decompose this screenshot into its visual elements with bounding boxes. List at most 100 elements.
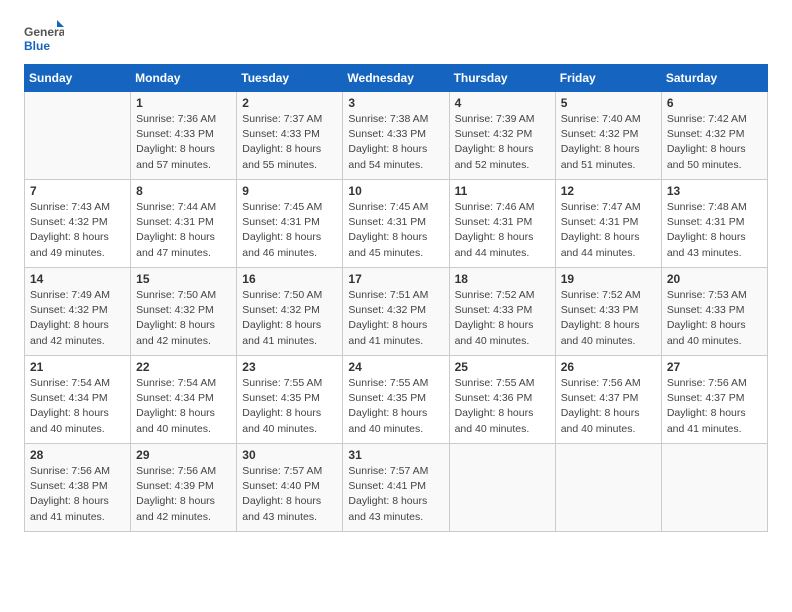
day-number: 24	[348, 360, 443, 374]
day-number: 8	[136, 184, 231, 198]
day-info: Sunrise: 7:56 AMSunset: 4:37 PMDaylight:…	[667, 376, 762, 437]
day-info: Sunrise: 7:55 AMSunset: 4:36 PMDaylight:…	[455, 376, 550, 437]
day-cell: 7Sunrise: 7:43 AMSunset: 4:32 PMDaylight…	[25, 180, 131, 268]
dow-header-wednesday: Wednesday	[343, 65, 449, 92]
day-cell: 18Sunrise: 7:52 AMSunset: 4:33 PMDayligh…	[449, 268, 555, 356]
day-info: Sunrise: 7:57 AMSunset: 4:40 PMDaylight:…	[242, 464, 337, 525]
day-cell: 14 Sunrise: 7:49 AMSunset: 4:32 PMDayligh…	[25, 268, 131, 356]
day-info: Sunrise: 7:56 AMSunset: 4:37 PMDaylight:…	[561, 376, 656, 437]
day-number: 31	[348, 448, 443, 462]
svg-text:Blue: Blue	[24, 39, 50, 53]
day-info: Sunrise: 7:50 AMSunset: 4:32 PMDaylight:…	[136, 288, 231, 349]
week-row: 28 Sunrise: 7:56 AMSunset: 4:38 PMDayligh…	[25, 444, 768, 532]
day-info: Sunrise: 7:55 AMSunset: 4:35 PMDaylight:…	[348, 376, 443, 437]
day-number: 11	[455, 184, 550, 198]
day-cell: 4 Sunrise: 7:39 AMSunset: 4:32 PMDaylight…	[449, 92, 555, 180]
day-of-week-row: SundayMondayTuesdayWednesdayThursdayFrid…	[25, 65, 768, 92]
day-info: Sunrise: 7:38 AMSunset: 4:33 PMDaylight:…	[348, 112, 443, 173]
day-number: 17	[348, 272, 443, 286]
day-info: Sunrise: 7:36 AMSunset: 4:33 PMDaylight:…	[136, 112, 231, 173]
day-cell: 10 Sunrise: 7:45 AMSunset: 4:31 PMDayligh…	[343, 180, 449, 268]
day-info: Sunrise: 7:51 AMSunset: 4:32 PMDaylight:…	[348, 288, 443, 349]
day-info: Sunrise: 7:37 AMSunset: 4:33 PMDaylight:…	[242, 112, 337, 173]
day-cell: 3 Sunrise: 7:38 AMSunset: 4:33 PMDaylight…	[343, 92, 449, 180]
day-info: Sunrise: 7:50 AMSunset: 4:32 PMDaylight:…	[242, 288, 337, 349]
day-info: Sunrise: 7:49 AMSunset: 4:32 PMDaylight:…	[30, 288, 125, 349]
day-cell: 20 Sunrise: 7:53 AMSunset: 4:33 PMDayligh…	[661, 268, 767, 356]
day-info: Sunrise: 7:39 AMSunset: 4:32 PMDaylight:…	[455, 112, 550, 173]
day-number: 4	[455, 96, 550, 110]
dow-header-thursday: Thursday	[449, 65, 555, 92]
dow-header-sunday: Sunday	[25, 65, 131, 92]
day-info: Sunrise: 7:56 AMSunset: 4:39 PMDaylight:…	[136, 464, 231, 525]
day-number: 5	[561, 96, 656, 110]
day-cell: 1Sunrise: 7:36 AMSunset: 4:33 PMDaylight…	[131, 92, 237, 180]
day-number: 12	[561, 184, 656, 198]
dow-header-monday: Monday	[131, 65, 237, 92]
day-cell: 16 Sunrise: 7:50 AMSunset: 4:32 PMDayligh…	[237, 268, 343, 356]
day-info: Sunrise: 7:45 AMSunset: 4:31 PMDaylight:…	[348, 200, 443, 261]
day-cell	[449, 444, 555, 532]
week-row: 21 Sunrise: 7:54 AMSunset: 4:34 PMDayligh…	[25, 356, 768, 444]
svg-text:General: General	[24, 25, 64, 39]
day-number: 25	[455, 360, 550, 374]
day-cell: 28 Sunrise: 7:56 AMSunset: 4:38 PMDayligh…	[25, 444, 131, 532]
dow-header-saturday: Saturday	[661, 65, 767, 92]
day-number: 20	[667, 272, 762, 286]
week-row: 1Sunrise: 7:36 AMSunset: 4:33 PMDaylight…	[25, 92, 768, 180]
day-number: 14	[30, 272, 125, 286]
day-cell	[555, 444, 661, 532]
day-info: Sunrise: 7:45 AMSunset: 4:31 PMDaylight:…	[242, 200, 337, 261]
day-number: 22	[136, 360, 231, 374]
day-cell: 9Sunrise: 7:45 AMSunset: 4:31 PMDaylight…	[237, 180, 343, 268]
calendar-body: 1Sunrise: 7:36 AMSunset: 4:33 PMDaylight…	[25, 92, 768, 532]
day-info: Sunrise: 7:42 AMSunset: 4:32 PMDaylight:…	[667, 112, 762, 173]
day-cell: 25 Sunrise: 7:55 AMSunset: 4:36 PMDayligh…	[449, 356, 555, 444]
day-info: Sunrise: 7:55 AMSunset: 4:35 PMDaylight:…	[242, 376, 337, 437]
day-cell	[661, 444, 767, 532]
day-number: 18	[455, 272, 550, 286]
day-cell: 2Sunrise: 7:37 AMSunset: 4:33 PMDaylight…	[237, 92, 343, 180]
day-cell: 8 Sunrise: 7:44 AMSunset: 4:31 PMDaylight…	[131, 180, 237, 268]
day-number: 10	[348, 184, 443, 198]
day-number: 13	[667, 184, 762, 198]
day-number: 29	[136, 448, 231, 462]
day-number: 26	[561, 360, 656, 374]
day-info: Sunrise: 7:47 AMSunset: 4:31 PMDaylight:…	[561, 200, 656, 261]
logo-icon: General Blue	[24, 20, 64, 56]
day-number: 28	[30, 448, 125, 462]
day-number: 30	[242, 448, 337, 462]
day-number: 3	[348, 96, 443, 110]
day-cell: 17 Sunrise: 7:51 AMSunset: 4:32 PMDayligh…	[343, 268, 449, 356]
day-cell: 27 Sunrise: 7:56 AMSunset: 4:37 PMDayligh…	[661, 356, 767, 444]
day-info: Sunrise: 7:48 AMSunset: 4:31 PMDaylight:…	[667, 200, 762, 261]
day-number: 15	[136, 272, 231, 286]
day-number: 23	[242, 360, 337, 374]
day-cell: 22 Sunrise: 7:54 AMSunset: 4:34 PMDayligh…	[131, 356, 237, 444]
day-cell: 13 Sunrise: 7:48 AMSunset: 4:31 PMDayligh…	[661, 180, 767, 268]
header: General Blue	[24, 20, 768, 56]
day-cell: 12 Sunrise: 7:47 AMSunset: 4:31 PMDayligh…	[555, 180, 661, 268]
week-row: 7Sunrise: 7:43 AMSunset: 4:32 PMDaylight…	[25, 180, 768, 268]
day-cell: 31 Sunrise: 7:57 AMSunset: 4:41 PMDayligh…	[343, 444, 449, 532]
day-cell: 26 Sunrise: 7:56 AMSunset: 4:37 PMDayligh…	[555, 356, 661, 444]
day-info: Sunrise: 7:56 AMSunset: 4:38 PMDaylight:…	[30, 464, 125, 525]
day-info: Sunrise: 7:53 AMSunset: 4:33 PMDaylight:…	[667, 288, 762, 349]
day-cell: 29 Sunrise: 7:56 AMSunset: 4:39 PMDayligh…	[131, 444, 237, 532]
dow-header-tuesday: Tuesday	[237, 65, 343, 92]
day-info: Sunrise: 7:43 AMSunset: 4:32 PMDaylight:…	[30, 200, 125, 261]
day-cell: 11 Sunrise: 7:46 AMSunset: 4:31 PMDayligh…	[449, 180, 555, 268]
day-number: 16	[242, 272, 337, 286]
day-number: 21	[30, 360, 125, 374]
day-cell: 15 Sunrise: 7:50 AMSunset: 4:32 PMDayligh…	[131, 268, 237, 356]
day-info: Sunrise: 7:44 AMSunset: 4:31 PMDaylight:…	[136, 200, 231, 261]
day-info: Sunrise: 7:57 AMSunset: 4:41 PMDaylight:…	[348, 464, 443, 525]
dow-header-friday: Friday	[555, 65, 661, 92]
calendar: SundayMondayTuesdayWednesdayThursdayFrid…	[24, 64, 768, 532]
day-number: 27	[667, 360, 762, 374]
day-cell: 21Sunrise: 7:54 AMSunset: 4:34 PMDayligh…	[25, 356, 131, 444]
day-info: Sunrise: 7:54 AMSunset: 4:34 PMDaylight:…	[136, 376, 231, 437]
day-info: Sunrise: 7:46 AMSunset: 4:31 PMDaylight:…	[455, 200, 550, 261]
logo: General Blue	[24, 20, 64, 56]
day-number: 6	[667, 96, 762, 110]
